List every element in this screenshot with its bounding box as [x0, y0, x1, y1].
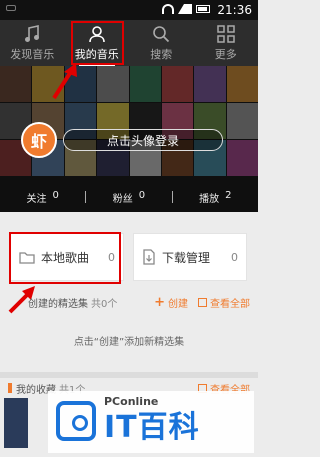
section-marker [8, 383, 12, 393]
section-title: 创建的精选集 [28, 298, 88, 310]
tab-more[interactable]: 更多 [194, 20, 259, 66]
watermark: PConline IT百科 [48, 391, 254, 453]
signal-icon [178, 4, 192, 14]
favorite-thumbnail[interactable] [4, 398, 28, 448]
stat-plays[interactable]: 播放 2 [173, 190, 258, 205]
top-tab-bar: 发现音乐 我的音乐 搜索 更多 [0, 20, 258, 66]
notification-icon [6, 5, 16, 11]
music-note-icon [21, 24, 43, 44]
stat-value: 0 [138, 189, 146, 201]
card-count: 0 [231, 250, 238, 264]
download-icon [143, 249, 155, 265]
stat-value: 0 [52, 189, 59, 201]
arrow-annotation [52, 63, 77, 100]
highlight-box [9, 232, 121, 284]
search-icon [150, 24, 172, 44]
empty-playlists-hint: 点击“创建”添加新精选集 [73, 337, 185, 348]
stats-row: 关注 0 粉丝 0 播放 2 [0, 188, 258, 206]
stat-label: 粉丝 [112, 193, 133, 205]
grid-icon [215, 24, 237, 44]
status-time: 21:36 [217, 3, 252, 17]
profile-header: 虾 点击头像登录 关注 0 粉丝 0 播放 2 [0, 66, 258, 212]
list-icon [198, 297, 207, 307]
action-label: 查看全部 [210, 298, 250, 310]
stat-followers[interactable]: 粉丝 0 [86, 190, 171, 205]
wifi-icon [162, 4, 174, 14]
tab-label: 发现音乐 [10, 48, 55, 61]
stat-label: 关注 [26, 193, 47, 205]
stat-value: 2 [225, 189, 232, 201]
battery-icon [196, 5, 210, 13]
status-icons [162, 4, 210, 14]
watermark-big-text: IT百科 [104, 410, 200, 445]
highlight-box [71, 21, 124, 65]
login-button[interactable]: 点击头像登录 [63, 129, 223, 151]
stat-label: 播放 [199, 193, 220, 205]
stat-following[interactable]: 关注 0 [0, 190, 85, 205]
avatar[interactable]: 虾 [21, 122, 57, 158]
watermark-small-text: PConline [104, 395, 159, 408]
tab-search[interactable]: 搜索 [129, 20, 194, 66]
status-bar: 21:36 [0, 0, 258, 20]
playlists-header: 创建的精选集 共0个 + 创建 查看全部 [0, 292, 258, 312]
tab-label: 更多 [214, 48, 237, 61]
action-label: 创建 [168, 298, 188, 310]
view-all-playlists-button[interactable]: 查看全部 [198, 295, 250, 310]
plus-icon: + [154, 294, 165, 310]
tab-label: 搜索 [150, 48, 173, 61]
download-manager-card[interactable]: 下载管理 0 [133, 233, 247, 281]
create-playlist-button[interactable]: + 创建 [154, 295, 188, 310]
magnifier-logo-icon [56, 401, 96, 441]
section-count: 共0个 [91, 298, 118, 310]
card-label: 下载管理 [162, 250, 211, 265]
